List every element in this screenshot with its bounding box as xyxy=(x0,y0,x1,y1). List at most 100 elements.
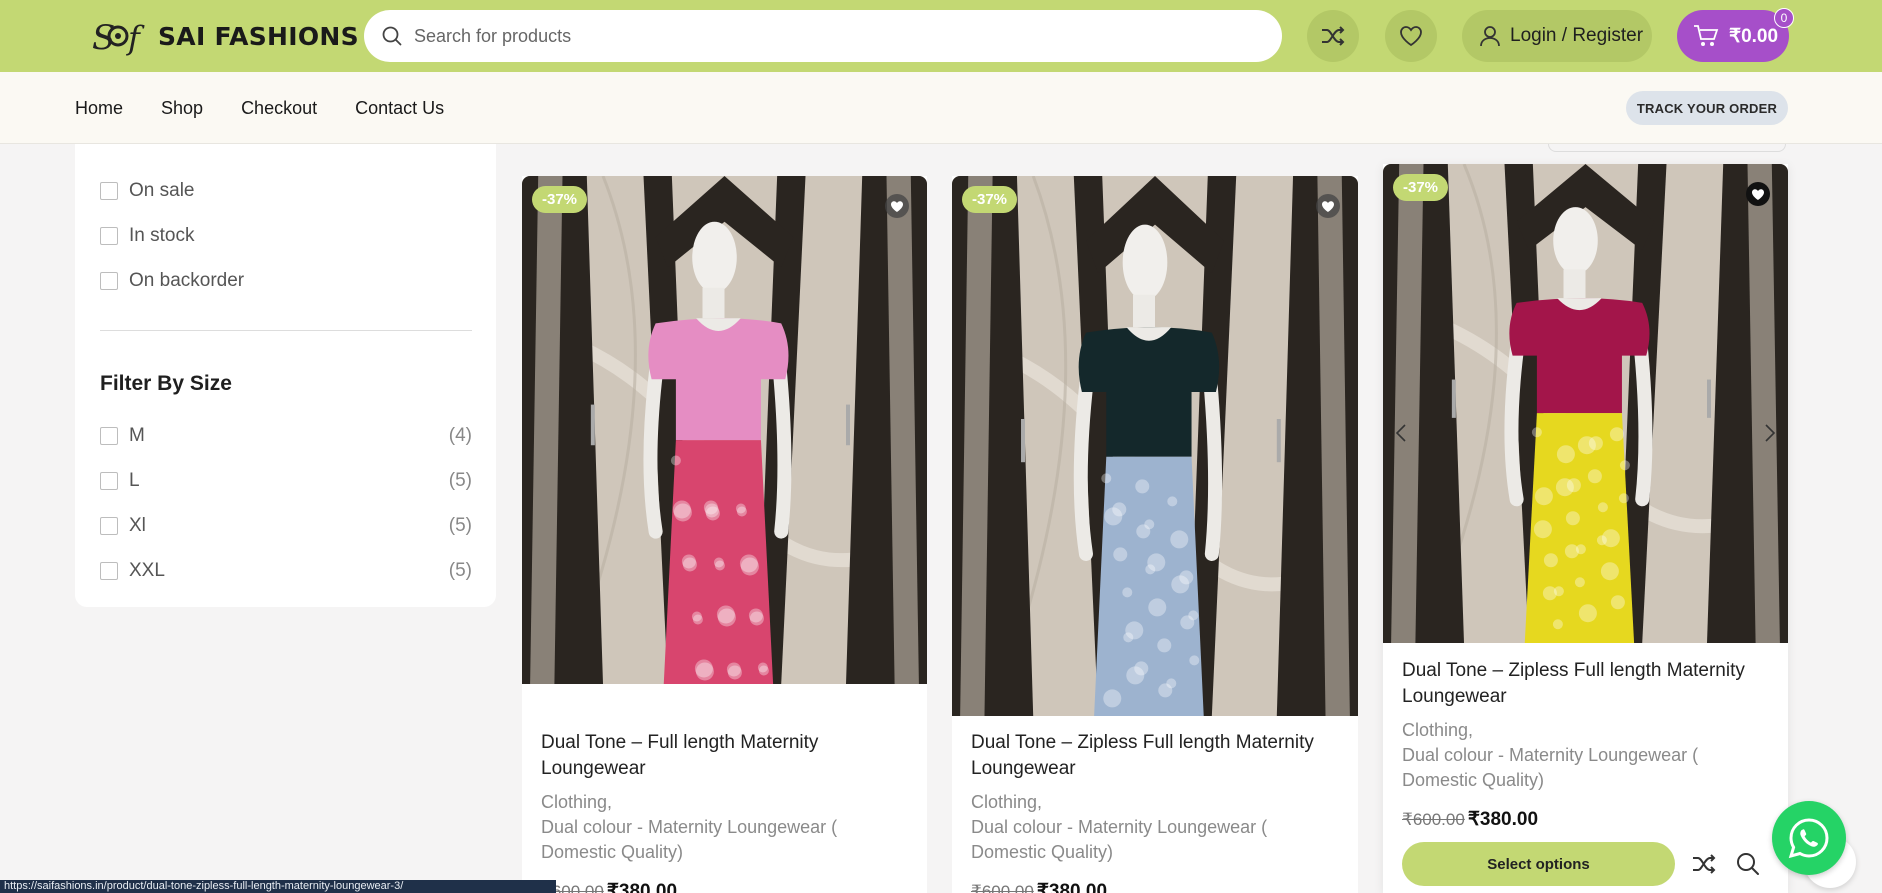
wishlist-icon[interactable] xyxy=(883,192,911,220)
size-label: M xyxy=(129,425,145,446)
filter-label: In stock xyxy=(129,225,195,246)
search-input[interactable] xyxy=(414,25,1234,47)
product-image[interactable]: -37% xyxy=(1383,164,1788,643)
product-price: ₹600.00 ₹380.00 xyxy=(971,880,1107,893)
cart-count-badge: 0 xyxy=(1774,8,1794,28)
checkbox[interactable] xyxy=(100,562,118,580)
product-card[interactable]: -37% Dual Tone – Zipless Full length Mat… xyxy=(1383,164,1788,893)
product-card[interactable]: -37% Dual Tone – Zipless Full length Mat… xyxy=(952,176,1358,893)
filter-on-sale[interactable]: On sale xyxy=(100,180,472,202)
checkbox[interactable] xyxy=(100,472,118,490)
subcategory-link[interactable]: Dual colour - Maternity Loungewear ( xyxy=(541,815,837,840)
select-options-button[interactable]: Select options xyxy=(1402,842,1675,886)
product-photo xyxy=(1383,164,1788,643)
subcategory-link[interactable]: Domestic Quality) xyxy=(971,840,1267,865)
filter-in-stock[interactable]: In stock xyxy=(100,225,472,247)
discount-badge: -37% xyxy=(1393,174,1449,201)
filter-by-size-title: Filter By Size xyxy=(100,372,232,395)
svg-text:f: f xyxy=(126,19,145,56)
cart-icon xyxy=(1694,25,1719,46)
logo-mark-icon: S f xyxy=(92,18,145,56)
nav-checkout[interactable]: Checkout xyxy=(241,98,317,119)
discount-badge: -37% xyxy=(962,186,1018,213)
product-image[interactable]: -37% xyxy=(952,176,1358,716)
size-filter-l[interactable]: L (5) xyxy=(100,470,472,492)
product-photo xyxy=(952,176,1358,716)
chevron-right-icon[interactable] xyxy=(1760,419,1780,447)
sale-price: ₹380.00 xyxy=(606,881,678,893)
product-price: ₹600.00 ₹380.00 xyxy=(1402,808,1538,831)
product-title[interactable]: Dual Tone – Full length Maternity Lounge… xyxy=(541,730,818,782)
product-title-line: Dual Tone – Zipless Full length Maternit… xyxy=(1402,660,1745,681)
heart-icon xyxy=(1400,26,1422,47)
shuffle-icon xyxy=(1322,26,1345,46)
sale-price: ₹380.00 xyxy=(1467,809,1539,830)
product-photo xyxy=(522,176,927,684)
size-count: (5) xyxy=(448,470,472,491)
nav-contact-us[interactable]: Contact Us xyxy=(355,98,444,119)
product-categories: Clothing, Dual colour - Maternity Lounge… xyxy=(541,790,837,865)
nav-home[interactable]: Home xyxy=(75,98,123,119)
login-label: Login / Register xyxy=(1510,25,1644,46)
product-categories: Clothing, Dual colour - Maternity Lounge… xyxy=(1402,718,1698,793)
category-link[interactable]: Clothing, xyxy=(1402,718,1698,743)
product-image[interactable]: -37% xyxy=(522,176,927,684)
top-header: S f SAI FASHIONS Login / Register ₹0.00 … xyxy=(0,0,1882,72)
sort-dropdown[interactable] xyxy=(1548,144,1786,152)
size-filter-xl[interactable]: Xl (5) xyxy=(100,515,472,537)
sidebar-divider xyxy=(100,330,472,331)
compare-button[interactable] xyxy=(1307,10,1359,62)
cart-button[interactable]: ₹0.00 xyxy=(1677,10,1789,62)
wishlist-icon[interactable] xyxy=(1314,192,1342,220)
whatsapp-chat-button[interactable] xyxy=(1772,801,1846,875)
site-logo[interactable]: S f SAI FASHIONS xyxy=(90,14,359,58)
filter-on-backorder[interactable]: On backorder xyxy=(100,270,472,292)
user-icon xyxy=(1480,26,1500,47)
size-label: XXL xyxy=(129,560,165,581)
product-title-line: Loungewear xyxy=(541,758,646,779)
product-title[interactable]: Dual Tone – Zipless Full length Maternit… xyxy=(1402,658,1745,710)
product-title-line: Dual Tone – Full length Maternity xyxy=(541,732,819,753)
discount-badge: -37% xyxy=(532,186,588,213)
search-bar[interactable] xyxy=(364,10,1282,62)
subcategory-link[interactable]: Dual colour - Maternity Loungewear ( xyxy=(971,815,1267,840)
size-filter-m[interactable]: M (4) xyxy=(100,425,472,447)
browser-status-url: https://saifashions.in/product/dual-tone… xyxy=(0,880,556,893)
old-price: ₹600.00 xyxy=(971,882,1034,893)
product-title-line: Loungewear xyxy=(971,758,1076,779)
category-link[interactable]: Clothing, xyxy=(971,790,1267,815)
checkbox[interactable] xyxy=(100,517,118,535)
subcategory-link[interactable]: Domestic Quality) xyxy=(541,840,837,865)
sale-price: ₹380.00 xyxy=(1036,881,1108,893)
subcategory-link[interactable]: Dual colour - Maternity Loungewear ( xyxy=(1402,743,1698,768)
size-count: (5) xyxy=(448,515,472,536)
product-card[interactable]: -37% Dual Tone – Full length Maternity L… xyxy=(522,176,927,893)
product-title-line: Loungewear xyxy=(1402,686,1507,707)
quick-view-icon[interactable] xyxy=(1734,850,1762,878)
old-price: ₹600.00 xyxy=(1402,810,1465,829)
product-title-line: Dual Tone – Zipless Full length Maternit… xyxy=(971,732,1314,753)
product-price: ₹600.00 ₹380.00 xyxy=(541,880,677,893)
checkbox[interactable] xyxy=(100,427,118,445)
whatsapp-icon xyxy=(1788,818,1829,859)
wishlist-button[interactable] xyxy=(1385,10,1437,62)
wishlist-icon[interactable] xyxy=(1744,180,1772,208)
size-count: (5) xyxy=(448,560,472,581)
compare-icon[interactable] xyxy=(1690,850,1718,878)
checkbox[interactable] xyxy=(100,182,118,200)
product-categories: Clothing, Dual colour - Maternity Lounge… xyxy=(971,790,1267,865)
size-filter-xxl[interactable]: XXL (5) xyxy=(100,560,472,582)
size-count: (4) xyxy=(448,425,472,446)
checkbox[interactable] xyxy=(100,227,118,245)
subcategory-link[interactable]: Domestic Quality) xyxy=(1402,768,1698,793)
checkbox[interactable] xyxy=(100,272,118,290)
size-label: L xyxy=(129,470,140,491)
chevron-left-icon[interactable] xyxy=(1391,419,1411,447)
track-order-button[interactable]: TRACK YOUR ORDER xyxy=(1626,91,1788,125)
svg-text:S: S xyxy=(92,18,115,56)
category-link[interactable]: Clothing, xyxy=(541,790,837,815)
nav-shop[interactable]: Shop xyxy=(161,98,203,119)
size-label: Xl xyxy=(129,515,146,536)
login-register-button[interactable]: Login / Register xyxy=(1462,10,1652,62)
product-title[interactable]: Dual Tone – Zipless Full length Maternit… xyxy=(971,730,1314,782)
